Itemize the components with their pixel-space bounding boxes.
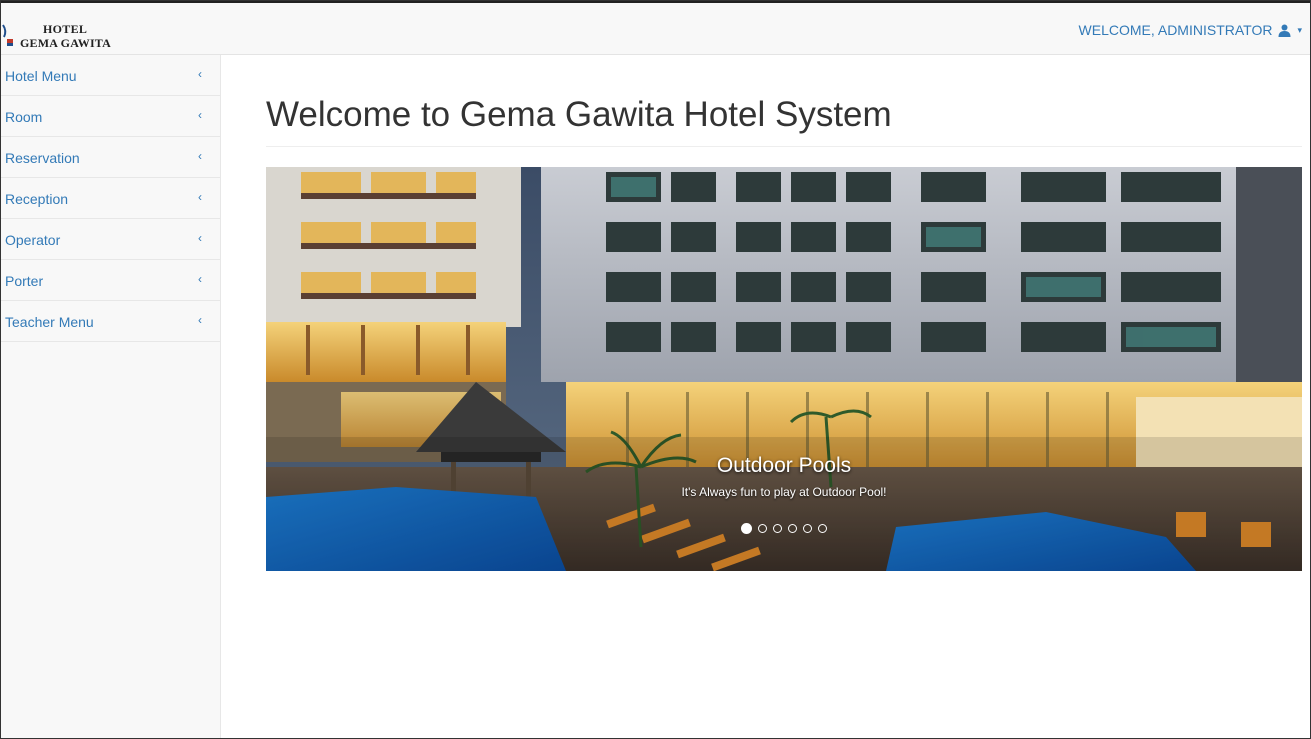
title-divider (266, 146, 1302, 147)
sidebar-item-label: Porter (5, 273, 44, 289)
sidebar-item-porter[interactable]: Porter ‹ (1, 260, 220, 301)
brand-line1: HOTEL (43, 22, 88, 36)
chevron-left-icon: ‹ (198, 67, 202, 81)
page-title: Welcome to Gema Gawita Hotel System (266, 95, 892, 134)
sidebar-item-reception[interactable]: Reception ‹ (1, 178, 220, 219)
hotel-logo[interactable]: HOTEL GEMA GAWITA (1, 19, 111, 55)
carousel-caption: Outdoor Pools It's Always fun to play at… (266, 454, 1302, 499)
chevron-left-icon: ‹ (198, 313, 202, 327)
caption-text: It's Always fun to play at Outdoor Pool! (681, 485, 887, 499)
sidebar: Hotel Menu ‹ Room ‹ Reservation ‹ Recept… (1, 55, 221, 738)
sidebar-item-label: Room (5, 109, 43, 125)
sidebar-item-label: Reservation (5, 150, 80, 166)
app-window: HOTEL GEMA GAWITA WELCOME, ADMINISTRATOR… (0, 0, 1311, 739)
caption-title: Outdoor Pools (716, 454, 852, 477)
sidebar-item-teacher-menu[interactable]: Teacher Menu ‹ (1, 301, 220, 342)
user-icon (1278, 24, 1291, 37)
image-carousel[interactable]: Outdoor Pools It's Always fun to play at… (266, 167, 1302, 571)
top-navbar: HOTEL GEMA GAWITA WELCOME, ADMINISTRATOR… (1, 1, 1310, 55)
logo-emblem-icon (2, 24, 13, 46)
carousel-indicator-1[interactable] (741, 523, 752, 534)
carousel-indicator-4[interactable] (788, 524, 797, 533)
sidebar-item-label: Teacher Menu (5, 314, 94, 330)
caret-down-icon: ▾ (1297, 24, 1302, 35)
carousel-indicator-6[interactable] (818, 524, 827, 533)
chevron-left-icon: ‹ (198, 190, 202, 204)
sidebar-item-room[interactable]: Room ‹ (1, 96, 220, 137)
sidebar-item-label: Hotel Menu (5, 68, 77, 84)
hotel-pool-photo (266, 167, 1302, 571)
welcome-text: WELCOME, ADMINISTRATOR (1078, 22, 1273, 38)
chevron-left-icon: ‹ (198, 231, 202, 245)
carousel-indicator-5[interactable] (803, 524, 812, 533)
chevron-left-icon: ‹ (198, 149, 202, 163)
sidebar-item-reservation[interactable]: Reservation ‹ (1, 137, 220, 178)
chevron-left-icon: ‹ (198, 272, 202, 286)
sidebar-item-operator[interactable]: Operator ‹ (1, 219, 220, 260)
main-content: Welcome to Gema Gawita Hotel System Outd… (221, 55, 1310, 738)
brand-line2: GEMA GAWITA (20, 36, 111, 50)
sidebar-item-label: Operator (5, 232, 61, 248)
chevron-left-icon: ‹ (198, 108, 202, 122)
carousel-indicator-3[interactable] (773, 524, 782, 533)
carousel-indicators (266, 523, 1302, 534)
sidebar-item-label: Reception (5, 191, 69, 207)
user-menu-toggle[interactable]: WELCOME, ADMINISTRATOR ▾ (1079, 22, 1302, 38)
sidebar-item-hotel-menu[interactable]: Hotel Menu ‹ (1, 55, 220, 96)
carousel-indicator-2[interactable] (758, 524, 767, 533)
